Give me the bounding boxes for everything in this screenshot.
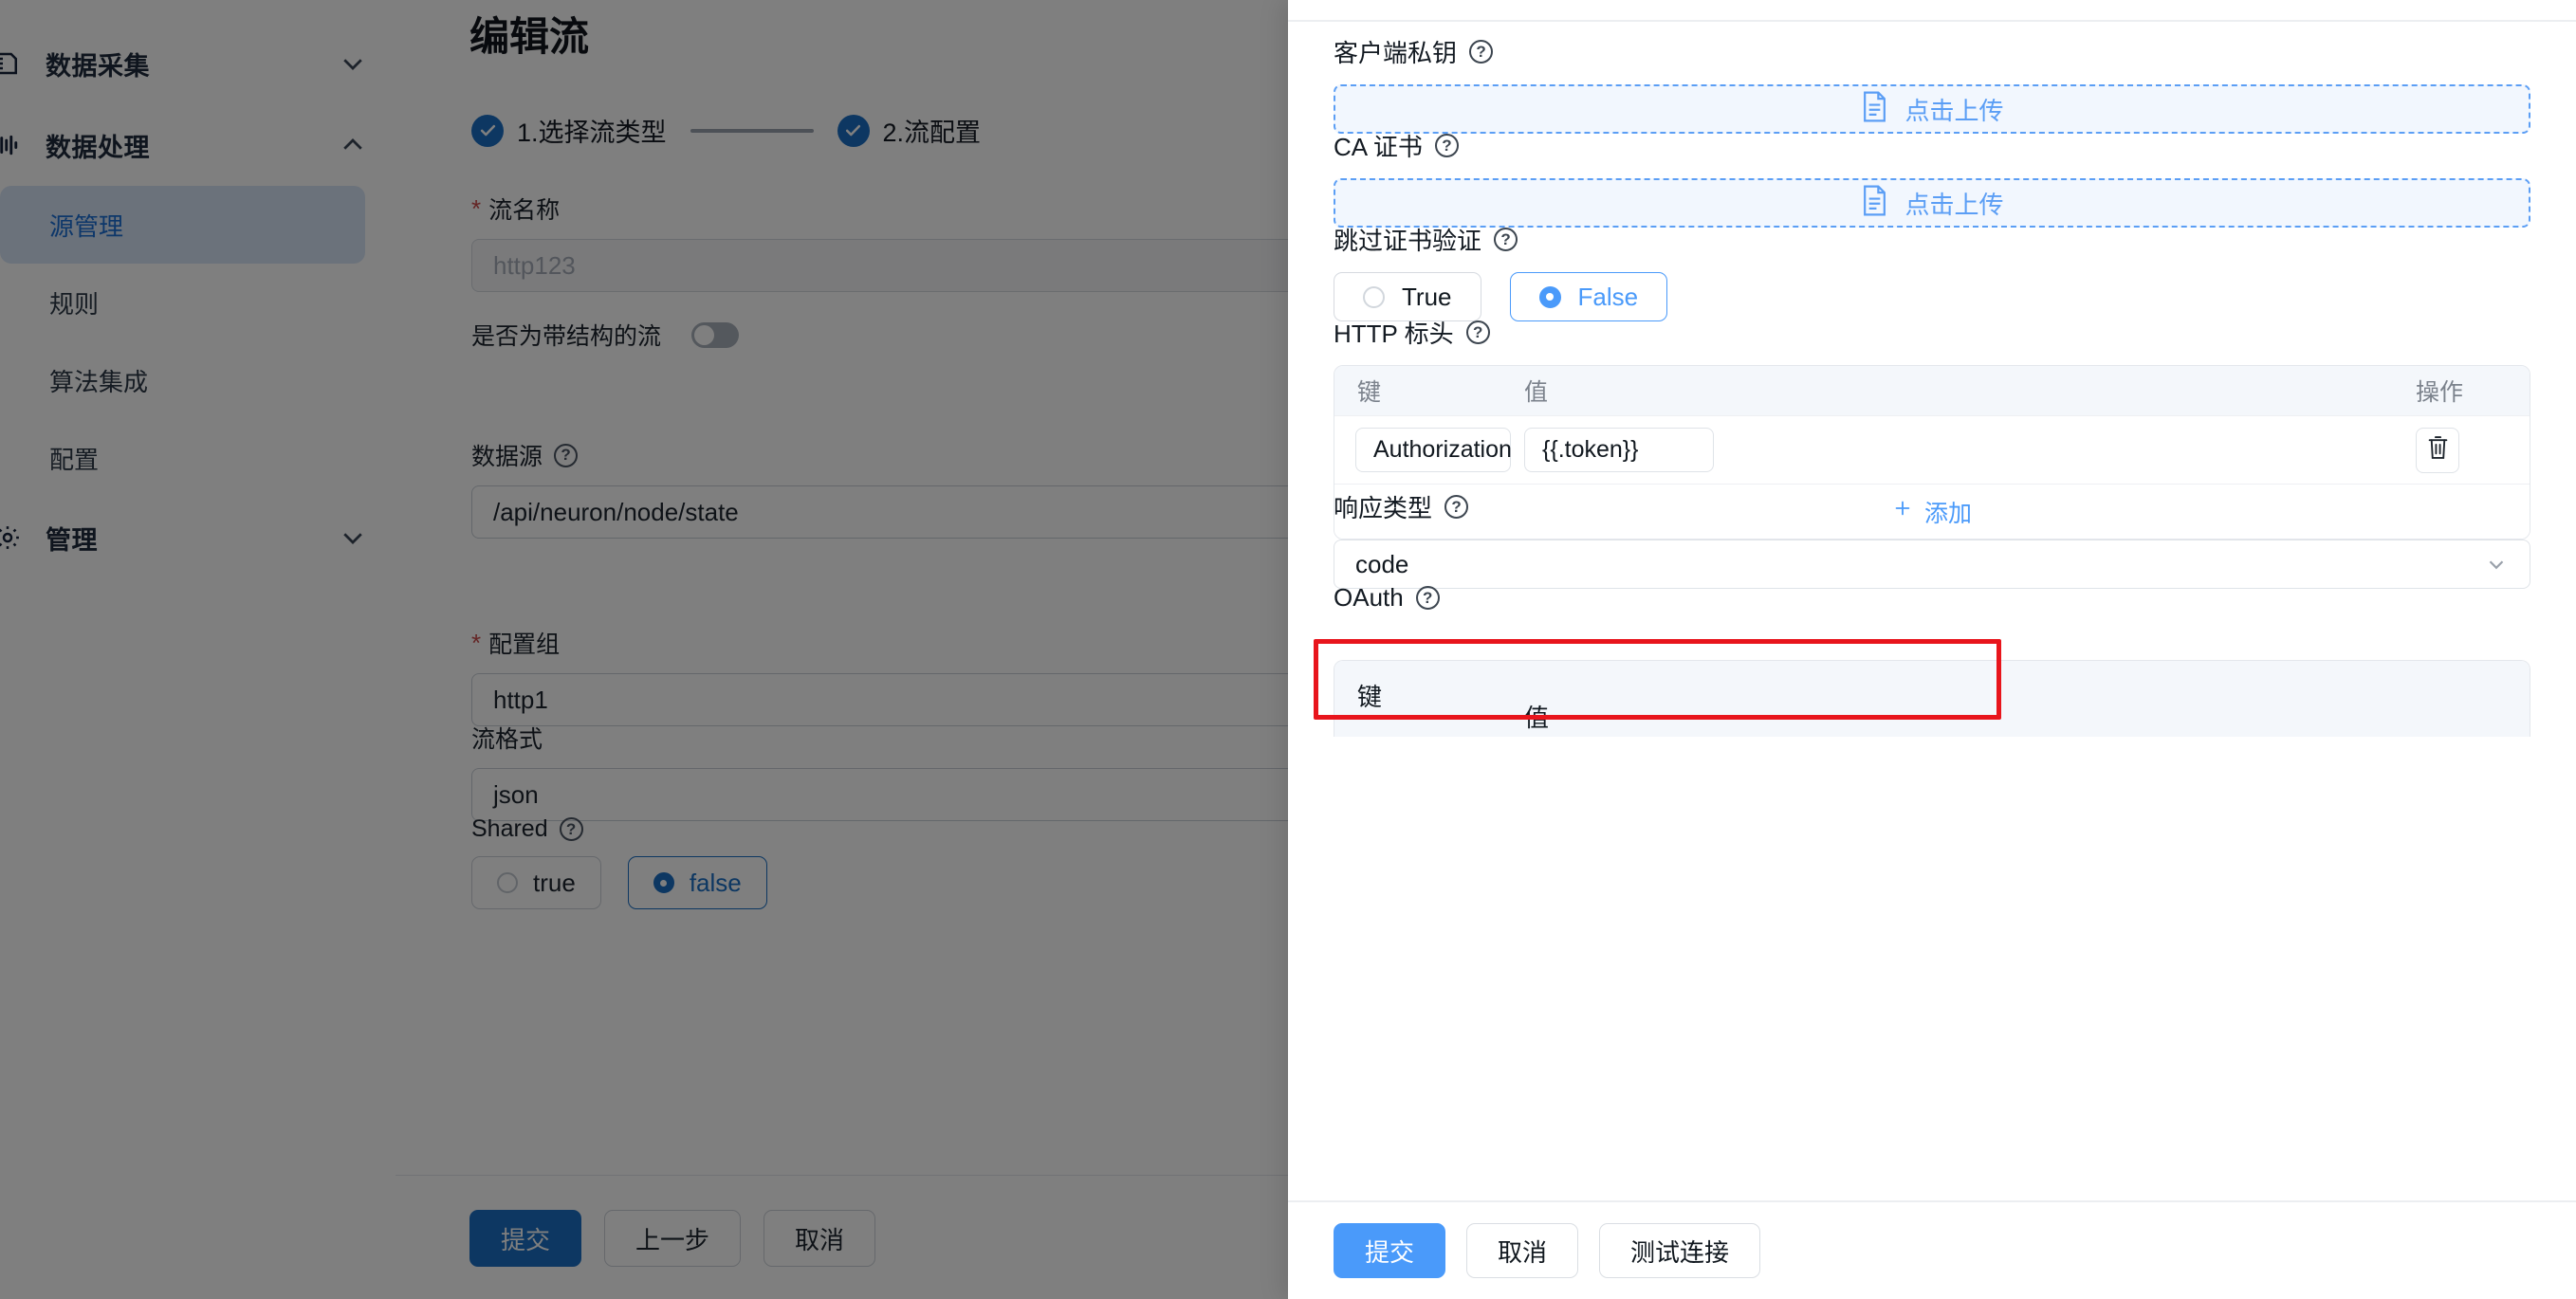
- ca-certificate-upload[interactable]: 点击上传: [1334, 178, 2530, 228]
- header-key-input[interactable]: Authorization: [1355, 428, 1511, 472]
- radio-dot-icon: [1539, 286, 1561, 308]
- table-header-row: 键 值 操作: [1334, 366, 2530, 415]
- drawer-submit-button[interactable]: 提交: [1334, 1223, 1445, 1278]
- upload-label: 点击上传: [1904, 186, 2003, 221]
- field-label: 响应类型 ?: [1334, 489, 2530, 524]
- cell-value: {{.token}}: [1542, 436, 1639, 464]
- label-text: 响应类型: [1334, 489, 1432, 524]
- field-label: 跳过证书验证 ?: [1334, 222, 2530, 257]
- delete-header-button[interactable]: [2416, 428, 2459, 473]
- file-upload-icon: [1860, 90, 1889, 128]
- trash-icon: [2426, 434, 2450, 466]
- label-text: 跳过证书验证: [1334, 222, 1481, 257]
- column-header-value: 值: [1524, 374, 2416, 408]
- button-label: 取消: [1498, 1234, 1547, 1269]
- upload-label: 点击上传: [1904, 92, 2003, 127]
- config-drawer: 客户端私钥 ? 点击上传 CA 证书 ?: [1288, 0, 2576, 1299]
- help-icon[interactable]: ?: [1494, 228, 1518, 251]
- table-row: Authorization {{.token}}: [1334, 415, 2530, 484]
- radio-dot-icon: [1363, 286, 1385, 308]
- field-label: 客户端私钥 ?: [1334, 34, 2530, 69]
- help-icon[interactable]: ?: [1416, 586, 1440, 610]
- drawer-footer-buttons: 提交 取消 测试连接: [1334, 1223, 1760, 1278]
- field-client-private-key: 客户端私钥 ? 点击上传: [1334, 34, 2530, 134]
- field-ca-certificate: CA 证书 ? 点击上传: [1334, 128, 2530, 228]
- app-root: 数据采集 数据处理: [0, 0, 2576, 1299]
- cell-value: Authorization: [1373, 436, 1512, 464]
- drawer-cancel-button[interactable]: 取消: [1466, 1223, 1578, 1278]
- chevron-down-icon: [2484, 552, 2509, 576]
- select-value: code: [1355, 550, 2484, 579]
- label-text: OAuth: [1334, 583, 1404, 613]
- field-label: OAuth ?: [1334, 583, 2530, 613]
- button-label: 提交: [1365, 1234, 1414, 1269]
- client-private-key-upload[interactable]: 点击上传: [1334, 84, 2530, 134]
- field-label: CA 证书 ?: [1334, 128, 2530, 163]
- label-text: 客户端私钥: [1334, 34, 1457, 69]
- radio-label: False: [1578, 283, 1639, 312]
- help-icon[interactable]: ?: [1435, 134, 1459, 157]
- modal-overlay[interactable]: [0, 0, 1288, 1299]
- column-header-key: 键: [1334, 374, 1524, 408]
- help-icon[interactable]: ?: [1444, 495, 1468, 519]
- column-header-action: 操作: [2416, 374, 2530, 408]
- field-label: HTTP 标头 ?: [1334, 315, 2530, 350]
- response-type-select[interactable]: code: [1334, 540, 2530, 589]
- field-skip-certificate-verification: 跳过证书验证 ? True False: [1334, 222, 2530, 321]
- help-icon[interactable]: ?: [1469, 40, 1493, 64]
- file-upload-icon: [1860, 184, 1889, 222]
- field-response-type: 响应类型 ? code: [1334, 489, 2530, 589]
- button-label: 测试连接: [1630, 1234, 1729, 1269]
- help-icon[interactable]: ?: [1466, 320, 1490, 344]
- drawer-footer: 提交 取消 测试连接: [1288, 1200, 2576, 1299]
- oauth-table: 键 值: [1334, 660, 2530, 737]
- label-text: HTTP 标头: [1334, 315, 1454, 350]
- header-value-input[interactable]: {{.token}}: [1524, 428, 1714, 472]
- radio-label: True: [1402, 283, 1452, 312]
- drawer-body: 客户端私钥 ? 点击上传 CA 证书 ?: [1288, 22, 2576, 1200]
- column-header-value: 值: [1524, 678, 2530, 734]
- label-text: CA 证书: [1334, 128, 1423, 163]
- column-header-key: 键: [1334, 678, 1524, 713]
- drawer-test-connection-button[interactable]: 测试连接: [1599, 1223, 1760, 1278]
- table-header-row: 键 值: [1334, 661, 2530, 737]
- field-oauth: OAuth ? 键 值: [1334, 583, 2530, 737]
